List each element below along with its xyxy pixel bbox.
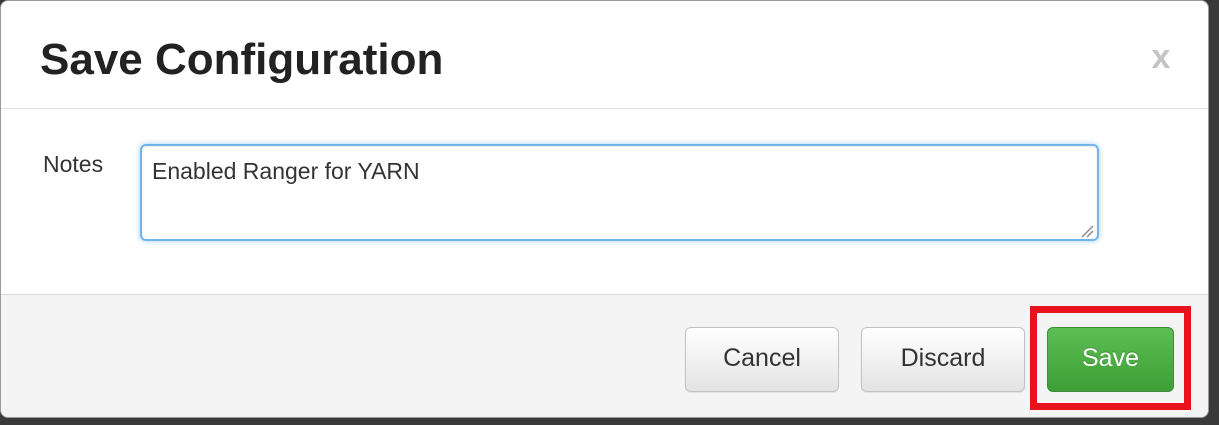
resize-grip-icon[interactable]	[1078, 222, 1094, 238]
discard-button[interactable]: Discard	[861, 327, 1025, 392]
dialog-body: Notes Enabled Ranger for YARN	[1, 109, 1208, 294]
notes-textarea[interactable]: Enabled Ranger for YARN	[140, 144, 1099, 241]
cancel-button[interactable]: Cancel	[685, 327, 839, 392]
save-configuration-dialog: Save Configuration x Notes Enabled Range…	[0, 0, 1209, 418]
dialog-footer: Cancel Discard Save	[1, 294, 1208, 417]
notes-label: Notes	[43, 151, 104, 177]
dialog-header: Save Configuration x	[1, 1, 1208, 109]
dialog-title: Save Configuration	[40, 35, 444, 84]
save-button[interactable]: Save	[1047, 327, 1174, 392]
close-icon[interactable]: x	[1141, 37, 1181, 77]
